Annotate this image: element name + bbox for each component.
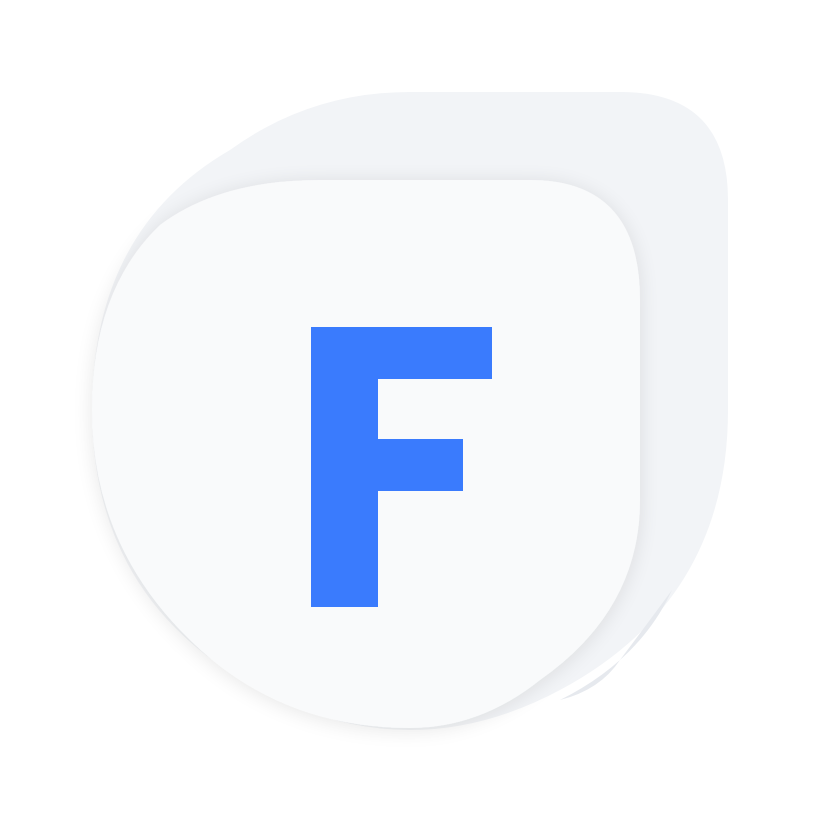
logo-canvas: [0, 0, 820, 820]
app-logo: [92, 92, 728, 730]
